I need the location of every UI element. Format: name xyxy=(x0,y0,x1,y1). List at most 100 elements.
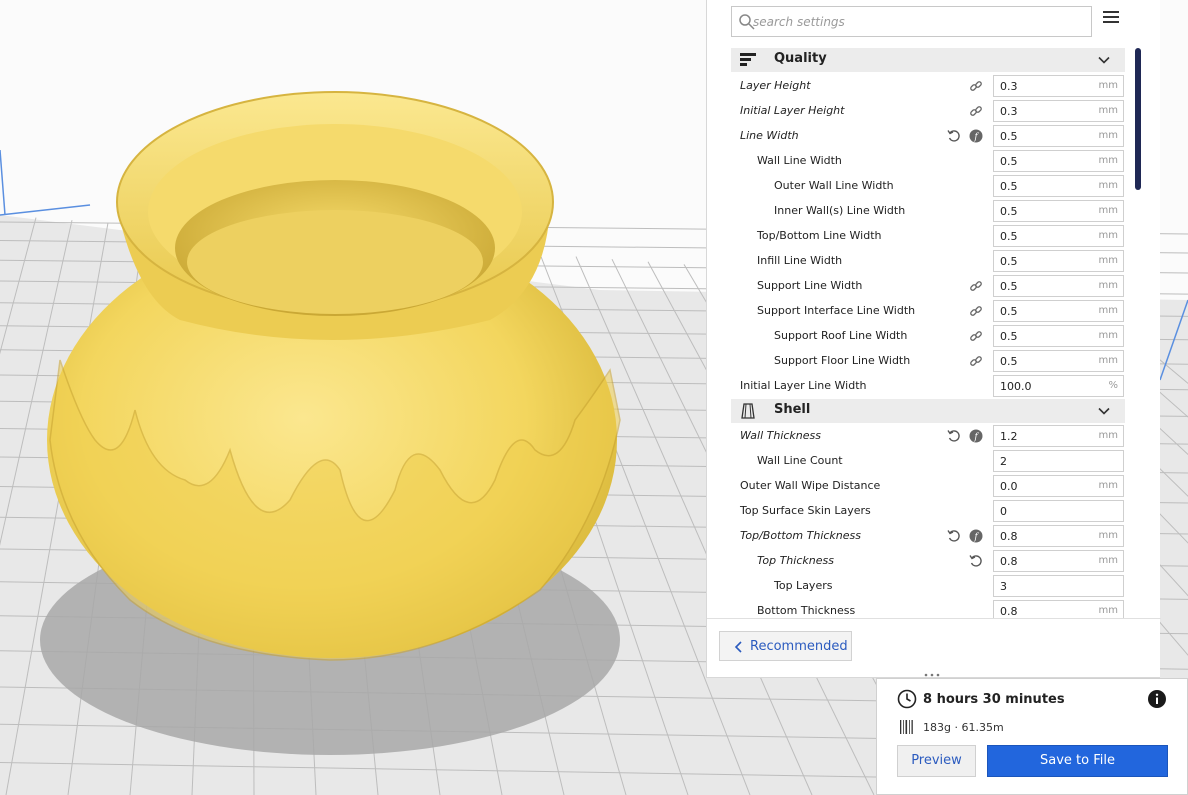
setting-value: 0.5 xyxy=(1000,205,1018,218)
setting-unit: mm xyxy=(1098,355,1118,366)
setting-value-field[interactable]: 2 xyxy=(993,450,1124,472)
link-icon[interactable] xyxy=(969,104,983,118)
setting-row: Inner Wall(s) Line Width 0.5 mm xyxy=(731,199,1125,224)
setting-row: Initial Layer Line Width 100.0% xyxy=(731,374,1125,399)
shell-icon xyxy=(741,403,755,419)
function-icon[interactable]: f xyxy=(969,429,983,443)
setting-unit: mm xyxy=(1098,530,1118,541)
print-time: 8 hours 30 minutes xyxy=(923,692,1065,707)
setting-label: Support Interface Line Width xyxy=(757,304,916,317)
function-icon[interactable]: f xyxy=(969,529,983,543)
print-settings-panel: QualityLayer Height0.3mmInitial Layer He… xyxy=(706,0,1161,678)
chevron-left-icon xyxy=(734,641,742,653)
search-box[interactable] xyxy=(731,6,1092,37)
settings-scrollbar[interactable] xyxy=(1135,48,1141,190)
category-label: Quality xyxy=(774,51,827,66)
setting-value-field[interactable]: 100.0% xyxy=(993,375,1124,397)
function-icon[interactable]: f xyxy=(969,129,983,143)
reset-icon[interactable] xyxy=(947,429,961,443)
category-shell[interactable]: Shell xyxy=(731,399,1125,423)
setting-value-field[interactable]: 0 xyxy=(993,500,1124,522)
setting-label: Initial Layer Line Width xyxy=(740,379,867,392)
category-label: Shell xyxy=(774,402,811,417)
chevron-down-icon[interactable] xyxy=(1098,405,1110,417)
reset-icon[interactable] xyxy=(947,529,961,543)
link-icon[interactable] xyxy=(969,304,983,318)
setting-value-field[interactable]: 0.5 mm xyxy=(993,200,1124,222)
setting-value: 100.0 xyxy=(1000,380,1032,393)
setting-value-field[interactable]: 0.0 mm xyxy=(993,475,1124,497)
setting-value-field[interactable]: 0.5 mm xyxy=(993,125,1124,147)
link-icon[interactable] xyxy=(969,354,983,368)
setting-value: 0.5 xyxy=(1000,255,1018,268)
setting-unit: mm xyxy=(1098,80,1118,91)
setting-value-field[interactable]: 0.5 mm xyxy=(993,275,1124,297)
setting-unit: mm xyxy=(1098,605,1118,616)
setting-unit: mm xyxy=(1098,480,1118,491)
link-icon[interactable] xyxy=(969,279,983,293)
setting-value-field[interactable]: 0.5 mm xyxy=(993,175,1124,197)
setting-value: 0.3 xyxy=(1000,105,1018,118)
setting-unit: mm xyxy=(1098,280,1118,291)
setting-value: 0.5 xyxy=(1000,230,1018,243)
link-icon[interactable] xyxy=(969,329,983,343)
settings-menu-icon[interactable] xyxy=(1103,11,1119,29)
setting-unit: mm xyxy=(1098,555,1118,566)
pot-model xyxy=(47,91,621,661)
setting-value-field[interactable]: 0.5 mm xyxy=(993,325,1124,347)
category-quality[interactable]: Quality xyxy=(731,48,1125,72)
setting-label: Wall Line Width xyxy=(757,154,842,167)
setting-unit: mm xyxy=(1098,205,1118,216)
setting-label: Layer Height xyxy=(740,79,811,92)
setting-value-field[interactable]: 0.5 mm xyxy=(993,350,1124,372)
chevron-down-icon[interactable] xyxy=(1098,54,1110,66)
setting-value-field[interactable]: 0.5 mm xyxy=(993,250,1124,272)
setting-value: 0.5 xyxy=(1000,280,1018,293)
setting-value-field[interactable]: 0.8 mm xyxy=(993,600,1124,618)
reset-icon[interactable] xyxy=(947,129,961,143)
save-to-file-button[interactable]: Save to File xyxy=(987,745,1168,777)
reset-icon[interactable] xyxy=(969,554,983,568)
link-icon[interactable] xyxy=(969,79,983,93)
setting-value-field[interactable]: 3 xyxy=(993,575,1124,597)
setting-unit: mm xyxy=(1098,105,1118,116)
setting-row: Outer Wall Line Width 0.5 mm xyxy=(731,174,1125,199)
setting-unit: mm xyxy=(1098,155,1118,166)
settings-list[interactable]: Quality Layer Height 0.3 mm Initial Layer He… xyxy=(731,48,1125,618)
setting-row: Support Floor Line Width 0.5 mm xyxy=(731,349,1125,374)
setting-label: Top Layers xyxy=(774,579,833,592)
setting-value-field[interactable]: 1.2 mm xyxy=(993,425,1124,447)
preview-button[interactable]: Preview xyxy=(897,745,976,777)
info-icon[interactable] xyxy=(1147,689,1167,709)
setting-label: Top Thickness xyxy=(757,554,834,567)
setting-value-field[interactable]: 0.8 mm xyxy=(993,550,1124,572)
setting-row: Top/Bottom Thickness f 0.8 mm xyxy=(731,524,1125,549)
setting-row: Outer Wall Wipe Distance 0.0 mm xyxy=(731,474,1125,499)
setting-value: 1.2 xyxy=(1000,430,1018,443)
setting-value-field[interactable]: 0.5 mm xyxy=(993,225,1124,247)
print-summary-card: 8 hours 30 minutes 183g · 61.35m Preview… xyxy=(876,678,1188,795)
setting-unit: mm xyxy=(1098,305,1118,316)
material-usage: 183g · 61.35m xyxy=(923,721,1004,734)
setting-row: Infill Line Width 0.5 mm xyxy=(731,249,1125,274)
setting-value: 0.8 xyxy=(1000,605,1018,618)
setting-label: Inner Wall(s) Line Width xyxy=(774,204,906,217)
recommended-button[interactable]: Recommended xyxy=(719,631,852,661)
search-input[interactable] xyxy=(753,11,1083,32)
setting-unit: mm xyxy=(1098,255,1118,266)
setting-value: 0.5 xyxy=(1000,330,1018,343)
setting-value-field[interactable]: 0.5 mm xyxy=(993,300,1124,322)
setting-value-field[interactable]: 0.3 mm xyxy=(993,75,1124,97)
setting-value-field[interactable]: 0.3 mm xyxy=(993,100,1124,122)
setting-value: 0.5 xyxy=(1000,155,1018,168)
setting-row: Top Surface Skin Layers 0 xyxy=(731,499,1125,524)
setting-row: Support Roof Line Width 0.5 mm xyxy=(731,324,1125,349)
setting-value-field[interactable]: 0.5 mm xyxy=(993,150,1124,172)
setting-value: 3 xyxy=(1000,580,1007,593)
setting-value: 0.5 xyxy=(1000,305,1018,318)
setting-row: Wall Line Width 0.5 mm xyxy=(731,149,1125,174)
setting-row: Bottom Thickness 0.8 mm xyxy=(731,599,1125,618)
setting-value-field[interactable]: 0.8 mm xyxy=(993,525,1124,547)
setting-value: 0.8 xyxy=(1000,555,1018,568)
setting-row: Top/Bottom Line Width 0.5 mm xyxy=(731,224,1125,249)
